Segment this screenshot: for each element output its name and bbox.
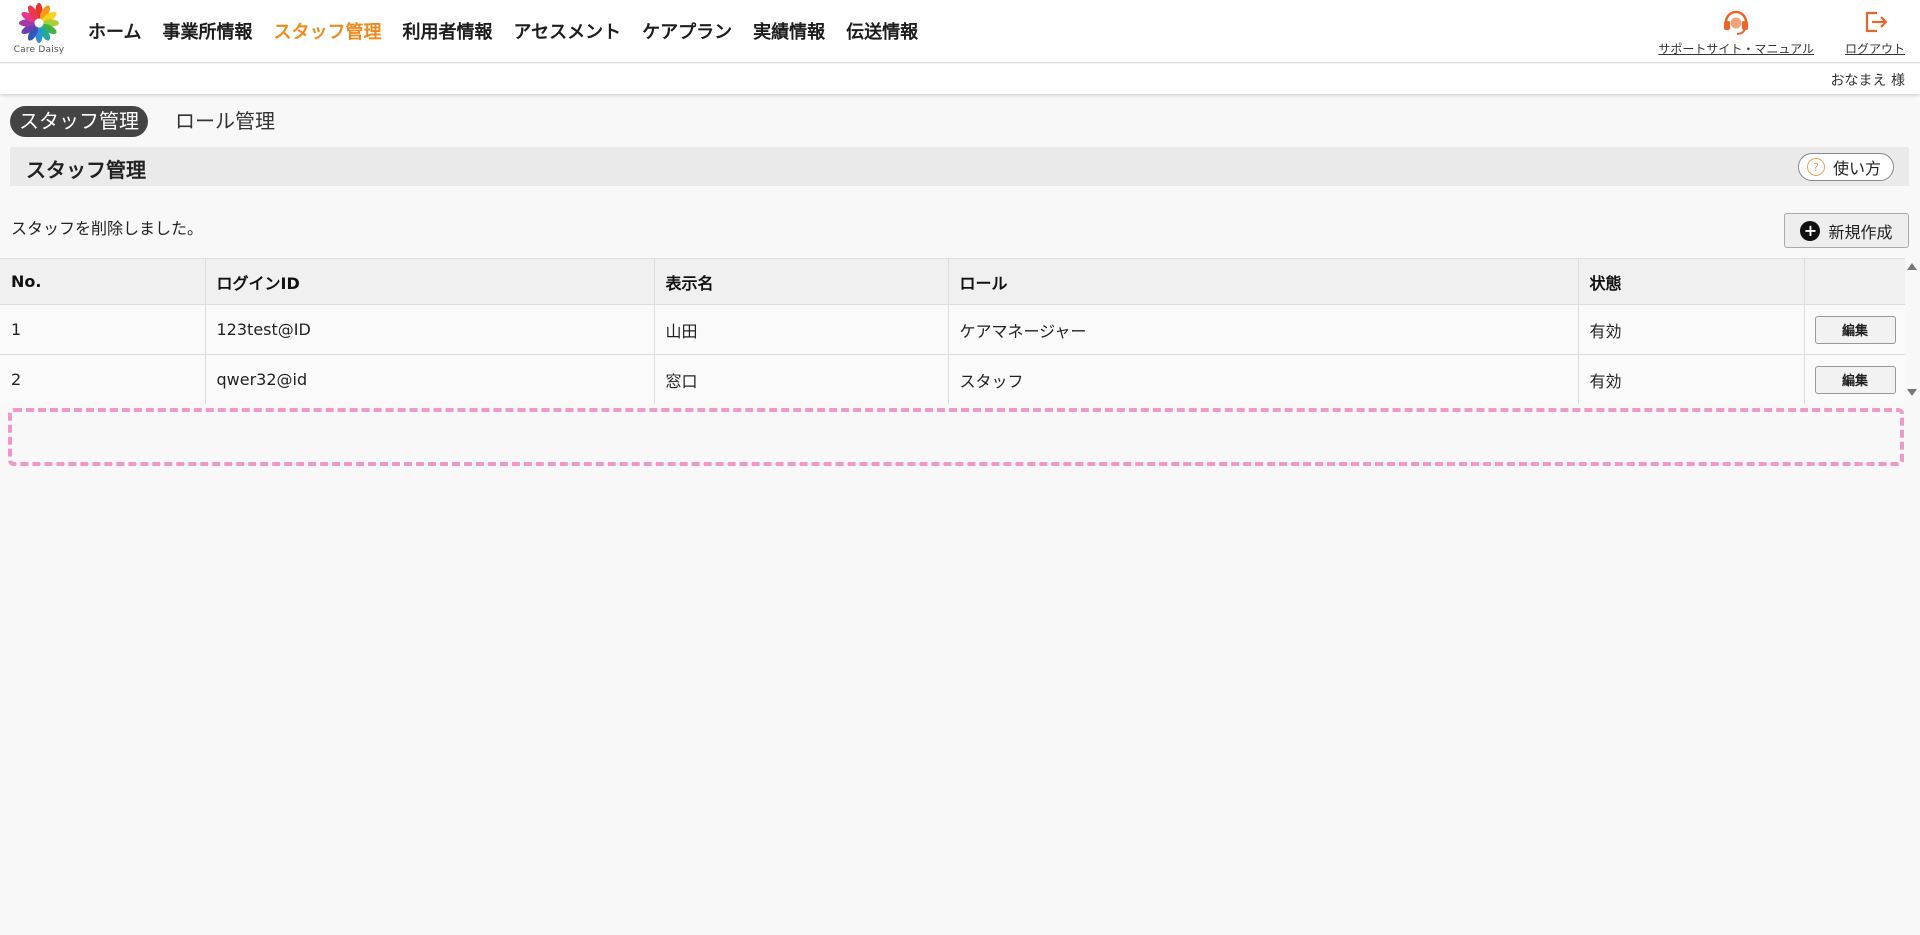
page-title: スタッフ管理 <box>26 158 146 182</box>
cell-no: 2 <box>0 354 206 404</box>
staff-table-container[interactable]: No. ログインID 表示名 ロール 状態 1 123test@ID 山田 ケア… <box>0 258 1905 404</box>
cell-display-name: 窓口 <box>654 354 949 404</box>
dashed-drop-area <box>8 408 1904 466</box>
plus-icon: + <box>1800 220 1821 241</box>
cell-no: 1 <box>0 304 206 355</box>
cell-status: 有効 <box>1578 354 1805 404</box>
col-header-login-id: ログインID <box>205 258 655 305</box>
help-label: 使い方 <box>1832 159 1881 178</box>
cell-display-name: 山田 <box>654 304 949 355</box>
col-header-display-name: 表示名 <box>654 258 949 305</box>
section-header: スタッフ管理 ? 使い方 <box>10 147 1909 186</box>
support-site-link[interactable]: サポートサイト・マニュアル <box>1658 8 1814 57</box>
new-staff-button[interactable]: + 新規作成 <box>1784 213 1909 248</box>
cell-login-id: 123test@ID <box>205 304 655 355</box>
nav-transmission[interactable]: 伝送情報 <box>846 20 918 46</box>
col-header-status: 状態 <box>1578 258 1805 305</box>
table-header-row: No. ログインID 表示名 ロール 状態 <box>0 258 1905 305</box>
col-header-no: No. <box>0 258 206 305</box>
user-bar: おなまえ 様 <box>0 64 1920 94</box>
table-row: 2 qwer32@id 窓口 スタッフ 有効 編集 <box>0 354 1905 404</box>
logout-label: ログアウト <box>1844 42 1905 56</box>
edit-button[interactable]: 編集 <box>1814 365 1896 394</box>
nav-user-info[interactable]: 利用者情報 <box>402 20 492 46</box>
col-header-role: ロール <box>948 258 1579 305</box>
cell-action: 編集 <box>1804 304 1905 355</box>
table-row: 1 123test@ID 山田 ケアマネージャー 有効 編集 <box>0 304 1905 355</box>
staff-table: No. ログインID 表示名 ロール 状態 1 123test@ID 山田 ケア… <box>0 258 1905 404</box>
headset-icon <box>1724 10 1749 35</box>
scroll-down-arrow-icon[interactable] <box>1907 389 1917 396</box>
daisy-logo-icon <box>19 3 59 43</box>
cell-login-id: qwer32@id <box>205 354 655 404</box>
nav-results[interactable]: 実績情報 <box>753 20 825 46</box>
app-header: Care Daisy ホーム 事業所情報 スタッフ管理 利用者情報 アセスメント… <box>0 0 1920 63</box>
question-icon: ? <box>1806 158 1825 176</box>
user-name: おなまえ 様 <box>1830 73 1905 89</box>
nav-staff-management[interactable]: スタッフ管理 <box>273 20 381 46</box>
care-daisy-logo[interactable]: Care Daisy <box>12 2 66 58</box>
nav-care-plan[interactable]: ケアプラン <box>642 20 732 46</box>
nav-home[interactable]: ホーム <box>88 20 141 46</box>
help-button[interactable]: ? 使い方 <box>1797 153 1894 181</box>
cell-role: スタッフ <box>948 354 1579 404</box>
cell-action: 編集 <box>1804 354 1905 404</box>
logo-text: Care Daisy <box>13 45 65 55</box>
logout-link[interactable]: ログアウト <box>1845 8 1905 57</box>
status-message: スタッフを削除しました。 <box>11 219 204 238</box>
nav-office-info[interactable]: 事業所情報 <box>162 20 252 46</box>
cell-status: 有効 <box>1578 304 1805 355</box>
logout-icon <box>1865 11 1888 33</box>
nav-assessment[interactable]: アセスメント <box>513 20 621 46</box>
new-button-label: 新規作成 <box>1828 222 1893 242</box>
cell-role: ケアマネージャー <box>948 304 1579 355</box>
col-header-action <box>1804 258 1905 305</box>
main-nav: ホーム 事業所情報 スタッフ管理 利用者情報 アセスメント ケアプラン 実績情報… <box>88 20 939 46</box>
tab-role-management[interactable]: ロール管理 <box>166 106 284 137</box>
management-tabs: スタッフ管理 ロール管理 <box>10 106 302 137</box>
scroll-up-arrow-icon[interactable] <box>1907 263 1917 270</box>
tab-staff-management[interactable]: スタッフ管理 <box>10 106 148 137</box>
edit-button[interactable]: 編集 <box>1814 315 1896 344</box>
support-label: サポートサイト・マニュアル <box>1658 42 1814 56</box>
